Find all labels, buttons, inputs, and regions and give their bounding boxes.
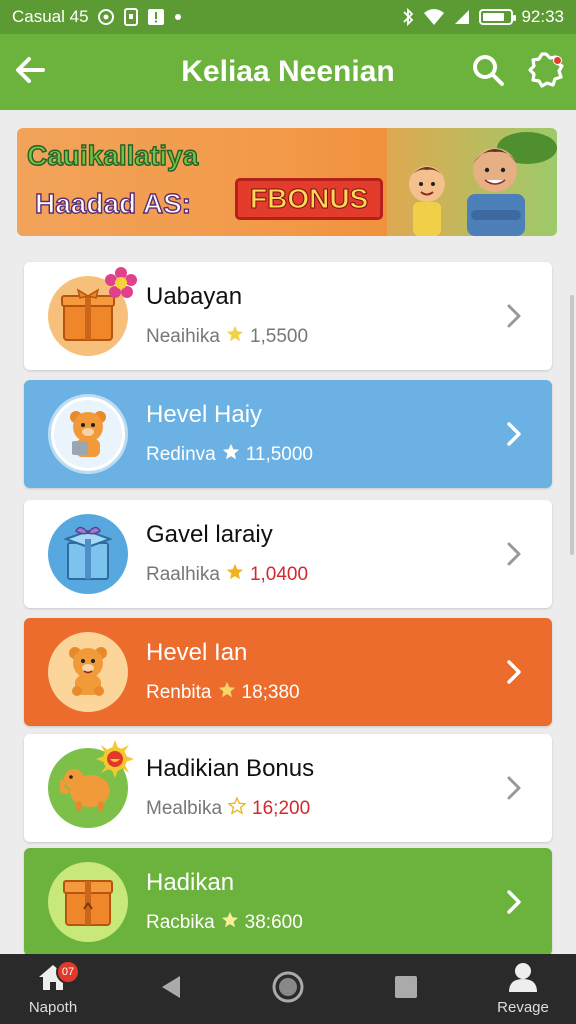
list-item[interactable]: Hevel Haiy Redinva 11,5000 [24, 380, 552, 488]
item-avatar [48, 632, 128, 712]
item-points: 1,5500 [249, 326, 309, 347]
item-avatar [48, 394, 128, 474]
item-title: Hevel Ian [146, 639, 248, 666]
arrow-left-icon [13, 53, 47, 92]
settings-badge [553, 56, 562, 65]
item-points: 1,0400 [249, 564, 309, 585]
notification-dot-icon [173, 12, 183, 22]
battery-icon [479, 9, 517, 25]
bluetooth-icon [401, 7, 415, 27]
star-icon [218, 681, 236, 705]
sim-icon [123, 8, 139, 26]
list-item[interactable]: Hevel Ian Renbita 18;380 [24, 618, 552, 726]
chevron-right-icon [494, 882, 534, 922]
nav-recents-button[interactable] [371, 954, 441, 1024]
star-icon [222, 443, 240, 467]
item-subtitle: Neaihika [146, 326, 220, 347]
star-icon [226, 563, 244, 587]
star-icon [227, 796, 247, 821]
nav-profile[interactable]: Revage [488, 954, 558, 1024]
star-icon [226, 325, 244, 349]
signal-icon [453, 8, 471, 26]
wifi-icon [423, 8, 445, 26]
alert-icon [147, 8, 165, 26]
nav-home-button[interactable] [253, 954, 323, 1024]
app-bar: Keliaa Neenian [0, 34, 576, 110]
bonus-label: FBONUS [249, 183, 369, 215]
chevron-right-icon [494, 652, 534, 692]
bear-icon [64, 407, 112, 462]
gift-box-icon [60, 873, 116, 932]
promo-banner[interactable]: Cauikallatiya Haadad AS: FBONUS [17, 128, 557, 236]
banner-headline: Cauikallatiya [26, 139, 199, 171]
main-content: Cauikallatiya Haadad AS: FBONUS Uabayan … [0, 110, 576, 954]
nav-back-button[interactable] [136, 954, 206, 1024]
chevron-right-icon [494, 534, 534, 574]
nav-home-label: Napoth [28, 999, 78, 1016]
item-points: 11,5000 [245, 444, 313, 465]
item-avatar [48, 740, 134, 828]
home-badge: 07 [56, 960, 80, 984]
search-icon [471, 53, 505, 92]
chevron-right-icon [494, 414, 534, 454]
bear-icon [63, 643, 113, 702]
item-avatar [48, 862, 128, 942]
item-subtitle: Redinva [146, 444, 216, 465]
triangle-back-icon [158, 973, 184, 1006]
chevron-right-icon [494, 296, 534, 336]
bonus-badge: FBONUS [235, 178, 384, 220]
search-button[interactable] [468, 52, 508, 92]
status-bar: Casual 45 92:33 [0, 0, 576, 34]
carrier-label: Casual 45 [12, 7, 89, 26]
settings-button[interactable] [526, 51, 566, 92]
item-title: Uabayan [146, 283, 243, 310]
item-points: 16;200 [252, 798, 311, 819]
flower-sticker-icon [104, 266, 138, 305]
item-title: Gavel laraiy [146, 521, 273, 548]
list-item[interactable]: Gavel laraiy Raalhika 1,0400 [24, 500, 552, 608]
item-avatar [48, 514, 128, 594]
list-item[interactable]: Hadikan Racbika 38:600 [24, 848, 552, 954]
cartoon-characters-illustration [387, 128, 557, 236]
chevron-right-icon [494, 768, 534, 808]
item-subtitle: Mealbika [146, 798, 223, 819]
sun-sticker-icon [96, 740, 134, 783]
item-title: Hadikian Bonus [146, 755, 315, 782]
gift-box-icon [62, 523, 114, 586]
item-points: 18;380 [241, 682, 300, 703]
item-subtitle: Raalhika [146, 564, 220, 585]
list-item[interactable]: Uabayan Neaihika 1,5500 [24, 262, 552, 370]
item-subtitle: Renbita [146, 682, 212, 703]
sync-icon [97, 8, 115, 26]
item-title: Hevel Haiy [146, 401, 263, 428]
nav-profile-label: Revage [497, 999, 549, 1016]
scrollbar[interactable] [570, 295, 574, 555]
list-item[interactable]: Hadikian Bonus Mealbika 16;200 [24, 734, 552, 842]
square-recents-icon [393, 974, 419, 1005]
person-icon [507, 962, 539, 997]
item-subtitle: Racbika [146, 912, 215, 933]
clock: 92:33 [521, 7, 564, 26]
item-avatar [48, 267, 137, 356]
item-title: Hadikan [146, 869, 235, 896]
back-button[interactable] [10, 52, 50, 92]
banner-subheadline: Haadad AS: [34, 187, 192, 219]
nav-home[interactable]: 07 Napoth [18, 954, 88, 1024]
bottom-nav: 07 Napoth Revage [0, 954, 576, 1024]
circle-home-icon [271, 970, 305, 1009]
star-icon [221, 911, 239, 935]
item-points: 38:600 [244, 912, 303, 933]
